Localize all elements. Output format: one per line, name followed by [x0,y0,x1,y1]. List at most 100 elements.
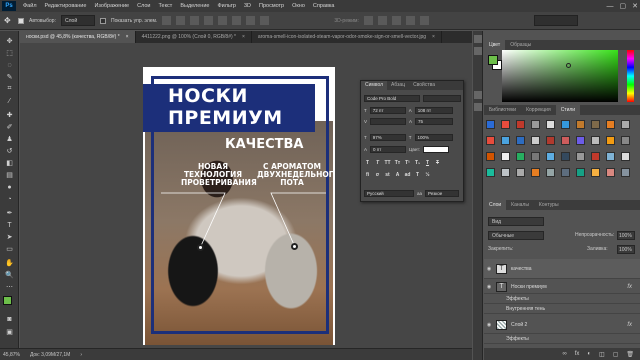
fractions-icon[interactable]: ½ [424,172,431,179]
language-select[interactable]: Русский [364,189,414,197]
menu-3d[interactable]: 3D [240,3,255,9]
3d-slide-icon[interactable] [405,16,415,25]
style-preset-swatch[interactable] [606,168,615,177]
faux-bold-button[interactable]: T [364,160,371,167]
distribute-2-icon[interactable] [260,16,270,25]
hue-slider[interactable] [627,50,634,102]
tab-adjustments[interactable]: Коррекция [521,107,556,113]
zoom-tool-icon[interactable]: 🔍 [4,270,15,280]
tab-channels[interactable]: Каналы [506,202,534,208]
tracking-field[interactable]: 75 [415,117,454,125]
quick-select-tool-icon[interactable]: ✎ [4,72,15,82]
style-preset-swatch[interactable] [531,152,540,161]
color-field[interactable] [502,50,618,102]
visibility-eye-icon[interactable]: ◉ [484,284,494,290]
tab-swatches[interactable]: Образцы [505,42,536,48]
style-preset-swatch[interactable] [621,136,630,145]
brush-tool-icon[interactable]: ✐ [4,122,15,132]
quick-mask-icon[interactable]: ◙ [4,314,15,324]
style-preset-swatch[interactable] [531,168,540,177]
style-preset-swatch[interactable] [546,152,555,161]
style-preset-swatch[interactable] [546,136,555,145]
style-preset-swatch[interactable] [516,168,525,177]
opacity-field[interactable]: 100% [617,231,635,240]
autoselect-dropdown[interactable]: Слой [60,15,95,26]
tab-layers[interactable]: Слои [484,200,507,210]
style-preset-swatch[interactable] [561,152,570,161]
eraser-tool-icon[interactable]: ◧ [4,158,15,168]
autoselect-checkbox[interactable] [18,17,24,24]
style-preset-swatch[interactable] [501,168,510,177]
visibility-eye-icon[interactable]: ◉ [484,266,494,272]
healing-brush-tool-icon[interactable]: ✚ [4,110,15,120]
rectangle-tool-icon[interactable]: ▭ [4,244,15,254]
underline-button[interactable]: T [424,160,431,167]
style-preset-swatch[interactable] [591,120,600,129]
titling-icon[interactable]: T [414,172,421,179]
small-caps-button[interactable]: Tт [394,160,401,167]
font-size-field[interactable]: 72 пт [369,106,406,114]
menu-image[interactable]: Изображение [90,3,133,9]
menu-filter[interactable]: Фильтр [213,3,239,9]
visibility-eye-icon[interactable]: ◉ [484,322,494,328]
style-preset-swatch[interactable] [546,120,555,129]
style-preset-swatch[interactable] [606,136,615,145]
align-bottom-icon[interactable] [190,16,200,25]
menu-select[interactable]: Выделение [176,3,213,9]
tab-close-icon[interactable]: × [432,34,435,40]
style-preset-swatch[interactable] [606,120,615,129]
adjustment-layer-icon[interactable]: ◐ [587,351,591,357]
status-arrow-icon[interactable]: › [80,352,82,358]
workspace-dropdown[interactable] [533,15,578,26]
style-preset-swatch[interactable] [621,120,630,129]
style-preset-swatch[interactable] [606,152,615,161]
3d-rotate-icon[interactable] [363,16,373,25]
dodge-tool-icon[interactable]: ◔ [4,194,15,204]
style-preset-swatch[interactable] [501,120,510,129]
tab-color[interactable]: Цвет [484,40,506,50]
crop-tool-icon[interactable]: ⌗ [4,84,15,94]
pen-tool-icon[interactable]: ✒ [4,208,15,218]
history-brush-tool-icon[interactable]: ↺ [4,146,15,156]
tab-character[interactable]: Символ [361,81,388,90]
add-style-icon[interactable]: fx [575,351,580,357]
menu-view[interactable]: Просмотр [255,3,288,9]
layer-row[interactable]: ◉ T качества [484,259,640,279]
new-layer-icon[interactable]: ▢ [613,351,619,358]
clone-stamp-tool-icon[interactable]: ♟ [4,134,15,144]
style-preset-swatch[interactable] [561,136,570,145]
tab-paragraph[interactable]: Абзац [387,81,409,90]
style-preset-swatch[interactable] [561,120,570,129]
document-canvas[interactable]: НОСКИ ПРЕМИУМ КАЧЕСТВА НОВАЯ ТЕХНОЛОГИЯ … [143,67,335,345]
foreground-color-swatch[interactable] [3,296,12,305]
hand-tool-icon[interactable]: ✋ [4,258,15,268]
delete-layer-icon[interactable]: 🗑 [626,351,634,358]
style-preset-swatch[interactable] [486,152,495,161]
font-family-select[interactable]: Code Pro Bold [364,94,420,102]
style-preset-swatch[interactable] [591,168,600,177]
vertical-scale-field[interactable]: 97% [369,133,406,141]
tab-jpg[interactable]: aroma-smell-icon-isolated-steam-vapor-od… [252,31,442,43]
type-tool-icon[interactable]: T [4,220,15,230]
tab-styles[interactable]: Стили [555,105,581,115]
zoom-level[interactable]: 45,87% [3,352,20,358]
alternates-icon[interactable]: A [394,172,401,179]
move-tool-icon[interactable]: ✥ [4,16,13,25]
subscript-button[interactable]: T₁ [414,160,421,167]
antialias-select[interactable]: Резкое [425,189,460,197]
screen-mode-icon[interactable]: ▣ [4,327,15,337]
layer-filter-select[interactable]: Вид [488,217,544,226]
path-select-tool-icon[interactable]: ➤ [4,232,15,242]
blur-tool-icon[interactable]: ● [4,182,15,192]
blend-mode-select[interactable]: Обычные [488,231,544,240]
layer-row[interactable]: ◉ Слой 2 fx [484,316,640,334]
style-preset-swatch[interactable] [516,120,525,129]
style-preset-swatch[interactable] [531,120,540,129]
tab-paths[interactable]: Контуры [534,202,564,208]
style-preset-swatch[interactable] [561,168,570,177]
style-preset-swatch[interactable] [501,152,510,161]
3d-pan-icon[interactable] [391,16,401,25]
layer-effect-row[interactable]: Внутренняя тень [484,304,640,314]
layer-effect-row[interactable]: Эффекты [484,334,640,344]
fg-color-swatch[interactable] [488,55,498,65]
